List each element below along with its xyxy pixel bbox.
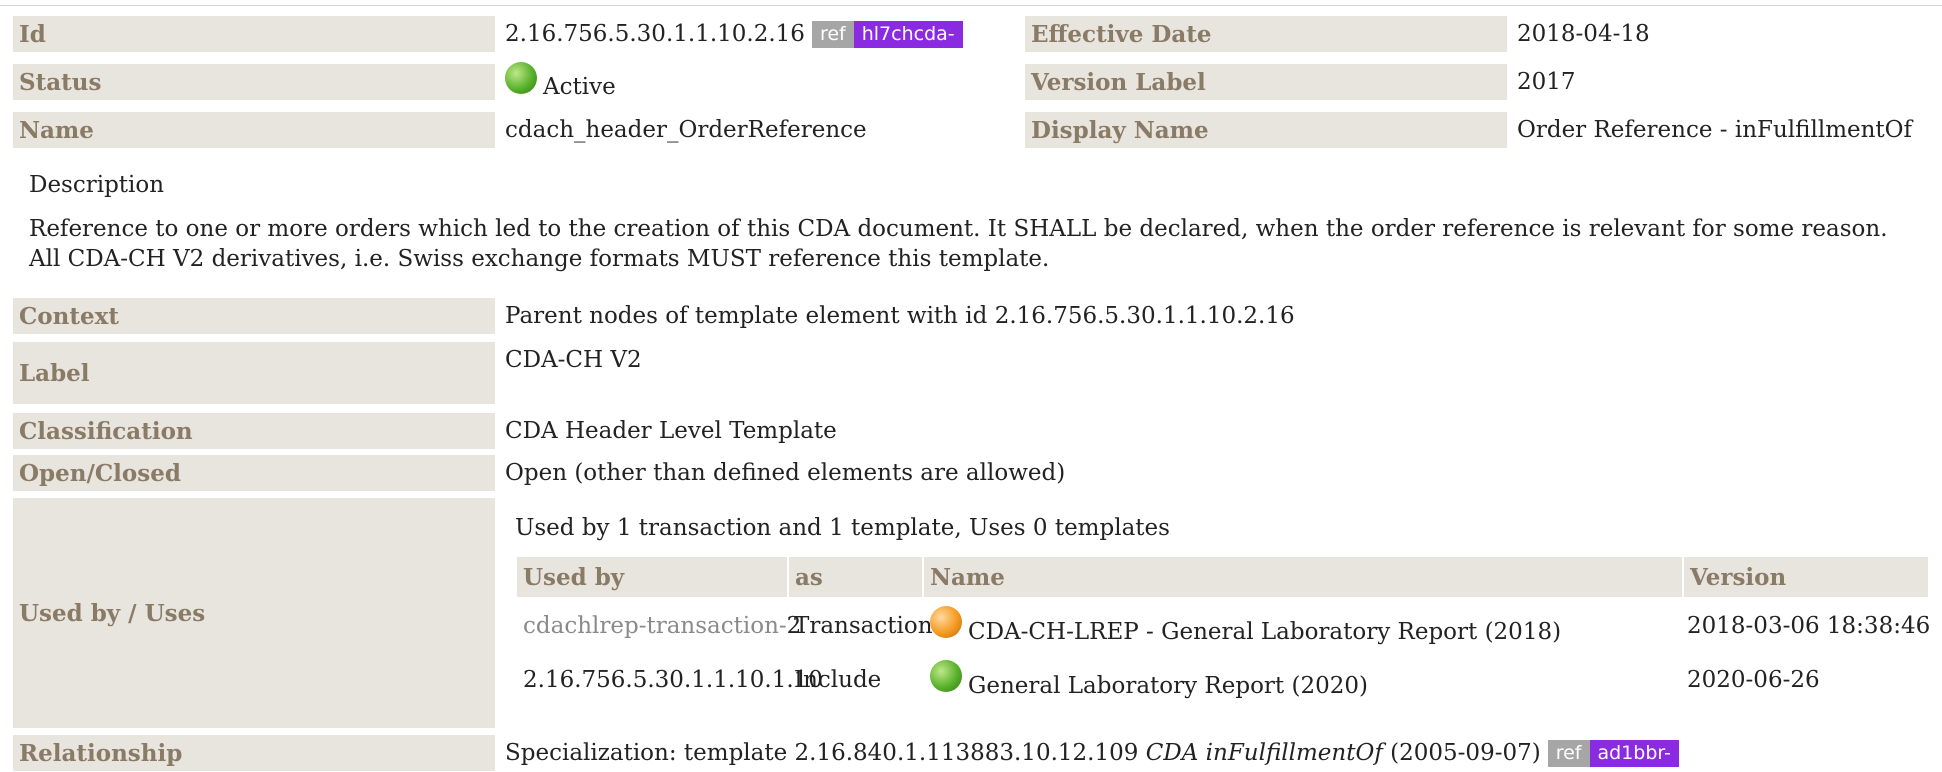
label-value: CDA-CH V2 <box>505 347 642 373</box>
col-header-used-by: Used by <box>517 557 787 597</box>
id-prefix-badge[interactable]: hl7chcda- <box>853 20 963 48</box>
status-label: Status <box>13 64 495 100</box>
effective-date-value: 2018-04-18 <box>1517 21 1650 47</box>
status-draft-icon <box>930 606 962 638</box>
display-name-label: Display Name <box>1025 112 1507 148</box>
table-row-1-name[interactable]: CDA-CH-LREP - General Laboratory Report … <box>968 619 1561 645</box>
status-active-icon <box>930 660 962 692</box>
open-closed-label: Open/Closed <box>13 455 495 491</box>
relationship-date: (2005-09-07) <box>1382 740 1541 766</box>
transaction-link[interactable]: cdachlrep-transaction- <box>523 613 787 639</box>
used-by-label: Used by / Uses <box>13 498 495 728</box>
table-row-2-name[interactable]: General Laboratory Report (2020) <box>968 673 1368 699</box>
template-id[interactable]: 2.16.756.5.30.1.1.10.1.10 <box>523 667 823 693</box>
status-value: Active <box>543 74 616 100</box>
description-text: Reference to one or more orders which le… <box>29 216 1888 272</box>
table-row-1-as: Transaction <box>794 613 933 639</box>
open-closed-value: Open (other than defined elements are al… <box>505 460 1066 486</box>
used-by-summary: Used by 1 transaction and 1 template, Us… <box>515 515 1170 541</box>
version-label-value: 2017 <box>1517 69 1576 95</box>
name-value: cdach_header_OrderReference <box>505 117 867 143</box>
table-row-1-used-by[interactable]: cdachlrep-transaction-2 <box>523 613 801 639</box>
col-header-name: Name <box>924 557 1682 597</box>
relationship-ref-badge[interactable]: ref <box>1547 739 1590 767</box>
relationship-prefix-badge[interactable]: ad1bbr- <box>1589 739 1679 767</box>
context-value: Parent nodes of template element with id… <box>505 303 1295 329</box>
id-ref-badge[interactable]: ref <box>811 20 854 48</box>
status-active-icon <box>505 62 537 94</box>
classification-label: Classification <box>13 413 495 449</box>
version-label-label: Version Label <box>1025 64 1507 100</box>
relationship-label: Relationship <box>13 735 495 771</box>
col-header-version: Version <box>1684 557 1928 597</box>
context-label: Context <box>13 298 495 334</box>
table-row-1-version: 2018-03-06 18:38:46 <box>1687 613 1931 639</box>
relationship-value: Specialization: template 2.16.840.1.1138… <box>505 735 1679 771</box>
id-value-cell: 2.16.756.5.30.1.1.10.2.16 ref hl7chcda- <box>505 16 963 52</box>
classification-value: CDA Header Level Template <box>505 418 837 444</box>
relationship-template-name[interactable]: CDA inFulfillmentOf <box>1146 740 1383 766</box>
table-row-2-name-cell: General Laboratory Report (2020) <box>930 660 1368 699</box>
status-value-cell: Active <box>505 60 616 104</box>
id-label: Id <box>13 16 495 52</box>
description-heading: Description <box>29 172 165 198</box>
label-label: Label <box>13 342 495 404</box>
table-row-1-name-cell: CDA-CH-LREP - General Laboratory Report … <box>930 606 1561 645</box>
id-value: 2.16.756.5.30.1.1.10.2.16 <box>505 21 805 47</box>
top-rule <box>0 5 1942 6</box>
table-row-2-used-by[interactable]: 2.16.756.5.30.1.1.10.1.10 <box>523 667 823 693</box>
table-row-2-version: 2020-06-26 <box>1687 667 1820 693</box>
effective-date-label: Effective Date <box>1025 16 1507 52</box>
col-header-as: as <box>789 557 922 597</box>
table-row-2-as: Include <box>794 667 882 693</box>
name-label: Name <box>13 112 495 148</box>
display-name-value: Order Reference - inFulfillmentOf <box>1517 117 1913 143</box>
relationship-prefix: Specialization: template 2.16.840.1.1138… <box>505 740 1146 766</box>
